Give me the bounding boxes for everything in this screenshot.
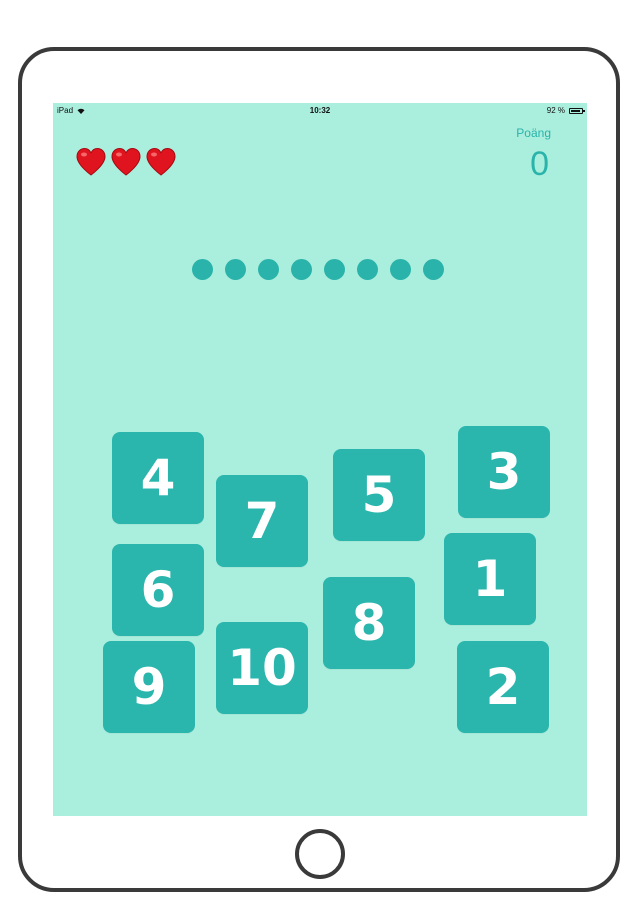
home-button[interactable] [295,829,345,879]
status-bar: iPad 10:32 92 % [53,103,587,119]
progress-dot [390,259,411,280]
progress-dot [291,259,312,280]
number-tile[interactable]: 4 [112,432,204,524]
number-tile[interactable]: 7 [216,475,308,567]
progress-dot [423,259,444,280]
progress-dots [192,259,444,280]
progress-dot [225,259,246,280]
game-screen: iPad 10:32 92 % Poäng 0 4 7 5 3 6 1 8 10… [53,103,587,816]
battery-icon [569,107,585,114]
heart-icon [76,147,106,176]
battery-percentage: 92 % [546,106,565,115]
progress-dot [258,259,279,280]
heart-icon [111,147,141,176]
score-label: Poäng [516,126,551,140]
number-tile[interactable]: 6 [112,544,204,636]
lives [75,146,177,178]
number-tile[interactable]: 8 [323,577,415,669]
number-tile[interactable]: 2 [457,641,549,733]
heart-icon [146,147,176,176]
number-tile[interactable]: 1 [444,533,536,625]
status-bar-right: 92 % [546,106,585,115]
progress-dot [192,259,213,280]
progress-dot [324,259,345,280]
clock: 10:32 [309,106,331,115]
number-tile[interactable]: 10 [216,622,308,714]
number-tile[interactable]: 3 [458,426,550,518]
progress-dot [357,259,378,280]
score-value: 0 [530,145,549,183]
number-tile[interactable]: 5 [333,449,425,541]
number-tile[interactable]: 9 [103,641,195,733]
